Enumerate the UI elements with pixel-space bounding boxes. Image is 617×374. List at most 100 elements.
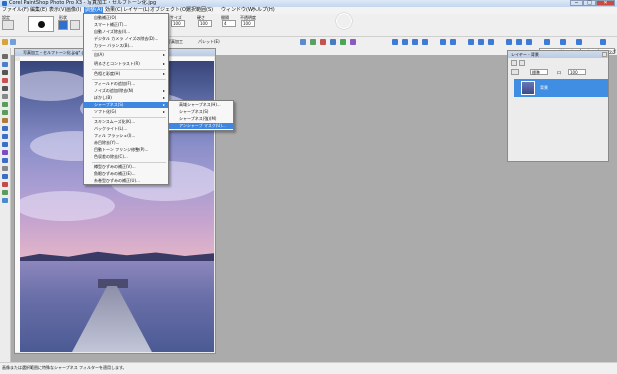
- menu-separator: [92, 79, 166, 80]
- pan-tool-icon[interactable]: [2, 54, 8, 59]
- layout-icon[interactable]: [488, 39, 494, 45]
- lasso-tool-icon[interactable]: [2, 102, 8, 107]
- layer-name: 背景: [540, 85, 548, 90]
- panel-icon[interactable]: [506, 39, 512, 45]
- palette-icon[interactable]: [402, 39, 408, 45]
- menu-item-fisheye[interactable]: 魚眼ひずみの補正(E)...: [84, 171, 168, 177]
- minimize-button[interactable]: ─: [570, 0, 583, 6]
- tile-icon[interactable]: [422, 39, 428, 45]
- submenu-arrow-icon: ▸: [162, 88, 165, 93]
- panel2-icon[interactable]: [516, 39, 522, 45]
- zoom-icon[interactable]: [300, 39, 306, 45]
- tab-label-3[interactable]: 写真加工: [167, 39, 183, 45]
- submenu-item-sharpen-more[interactable]: シャープネス(強)(M): [169, 116, 233, 122]
- submenu-arrow-icon: ▸: [162, 102, 165, 107]
- arrange-icon[interactable]: [468, 39, 474, 45]
- menu-item-camera-noise[interactable]: デジタル カメラ ノイズの除去(D)...: [84, 36, 168, 42]
- close-button[interactable]: ✕: [596, 0, 615, 6]
- clone-tool-icon[interactable]: [2, 134, 8, 139]
- opacity-input[interactable]: 100: [568, 69, 586, 75]
- red-eye-tool-icon[interactable]: [2, 126, 8, 131]
- density-input[interactable]: 100: [241, 20, 255, 27]
- blend-mode-select[interactable]: 標準: [530, 69, 548, 75]
- express-icon[interactable]: [560, 39, 566, 45]
- brush-tool-icon[interactable]: [2, 150, 8, 155]
- menu-item-auto-noise[interactable]: 自動ノイズ除去(I)...: [84, 29, 168, 35]
- menu-item-skin-smoothing[interactable]: スキンスムーズ化(K)...: [84, 119, 168, 125]
- selection-tool-icon[interactable]: [2, 94, 8, 99]
- crop-tool-icon[interactable]: [2, 78, 8, 83]
- menu-item-smart-photo-fix[interactable]: スマート補正(T)...: [84, 22, 168, 28]
- hardness-input[interactable]: 100: [198, 20, 212, 27]
- menu-file[interactable]: ファイル(F): [1, 7, 30, 14]
- help-icon[interactable]: [450, 39, 456, 45]
- adjust-icon[interactable]: [330, 39, 336, 45]
- submenu-item-sharpen[interactable]: シャープネス(S): [169, 109, 233, 115]
- panel3-icon[interactable]: [526, 39, 532, 45]
- scratch-remover-icon[interactable]: [2, 142, 8, 147]
- round-shape-button[interactable]: [58, 20, 68, 30]
- pen-tool-icon[interactable]: [2, 198, 8, 203]
- menu-item-backlight[interactable]: バックライト(L)...: [84, 126, 168, 132]
- preset-button[interactable]: [2, 20, 14, 30]
- menu-image[interactable]: 画像(I): [65, 7, 82, 14]
- menu-item-noise[interactable]: ノイズの追加/除去(N) ▸: [84, 88, 168, 94]
- menu-help[interactable]: ヘルプ(H): [251, 7, 276, 14]
- status-text: 画像または選択範囲に特殊なシャープネス フィルターを適用します。: [2, 365, 127, 370]
- menu-item-blur[interactable]: ぼかし(B) ▸: [84, 95, 168, 101]
- layer-icon[interactable]: [310, 39, 316, 45]
- menu-selections[interactable]: 選択範囲(S): [185, 7, 214, 14]
- fill-tool-icon[interactable]: [2, 174, 8, 179]
- info-icon[interactable]: [440, 39, 446, 45]
- menu-item-dropped[interactable]: 自(A) ▸: [84, 52, 168, 58]
- red-eye-icon[interactable]: [320, 39, 326, 45]
- menu-item-auto-correct[interactable]: 自動補正(O): [84, 15, 168, 21]
- pick-tool-icon[interactable]: [2, 70, 8, 75]
- tree-icon[interactable]: [340, 39, 346, 45]
- menu-edit[interactable]: 編集(E): [29, 7, 48, 14]
- menu-item-pincushion[interactable]: 糸巻型ひずみの補正(U)...: [84, 178, 168, 184]
- learn-icon[interactable]: [544, 39, 550, 45]
- submenu-item-high-pass[interactable]: 高域シャープネス(H)...: [169, 102, 233, 108]
- delete-layer-icon[interactable]: [519, 60, 525, 66]
- cascade-icon[interactable]: [478, 39, 484, 45]
- zoom-tool-icon[interactable]: [2, 62, 8, 67]
- menu-item-hue-saturation[interactable]: 色相と彩度(H) ▸: [84, 71, 168, 77]
- move-tool-icon[interactable]: [2, 86, 8, 91]
- tools-toolbar: [0, 48, 11, 362]
- text-tool-icon[interactable]: [2, 182, 8, 187]
- maximize-button[interactable]: □: [583, 0, 596, 6]
- window-icon[interactable]: [392, 39, 398, 45]
- grid-icon[interactable]: [412, 39, 418, 45]
- menu-item-brightness[interactable]: 明るさとコントラスト(R) ▸: [84, 61, 168, 67]
- step-input[interactable]: 4: [222, 20, 236, 27]
- menu-item-sharpness[interactable]: シャープネス(S) ▸: [84, 102, 168, 108]
- magic-wand-icon[interactable]: [2, 110, 8, 115]
- new-layer-icon[interactable]: [511, 60, 517, 66]
- tab-label-4[interactable]: パレット(E): [198, 39, 220, 45]
- menu-item-soften[interactable]: ソフト化(G) ▸: [84, 109, 168, 115]
- menu-item-barrel[interactable]: 樽型ひずみの補正(V)...: [84, 164, 168, 170]
- effects-icon[interactable]: [350, 39, 356, 45]
- square-shape-button[interactable]: [70, 20, 80, 30]
- eraser-icon[interactable]: [2, 166, 8, 171]
- new-file-icon[interactable]: [2, 39, 8, 45]
- menu-item-add-field[interactable]: フィールドの追加(F)...: [84, 81, 168, 87]
- shape-tool-icon[interactable]: [2, 190, 8, 195]
- open-icon[interactable]: [10, 39, 16, 45]
- extra-icon[interactable]: [600, 39, 606, 45]
- menu-item-fringe[interactable]: 目動トーン フリンジ修整(P)...: [84, 147, 168, 153]
- menu-item-color-balance[interactable]: カラー バランス(B)...: [84, 43, 168, 49]
- dropper-icon[interactable]: [2, 118, 8, 123]
- submenu-item-unsharp-mask[interactable]: アンシャープ マスク(U)...: [169, 123, 233, 129]
- menu-item-chromatic[interactable]: 色収差の除去(C)...: [84, 154, 168, 160]
- menu-item-red-eye[interactable]: 赤目除去(Y)...: [84, 140, 168, 146]
- layers-close-icon[interactable]: [602, 52, 607, 57]
- airbrush-icon[interactable]: [2, 158, 8, 163]
- size-input[interactable]: 100: [171, 20, 185, 27]
- blend-checkbox[interactable]: [511, 69, 519, 75]
- script-icon[interactable]: [576, 39, 582, 45]
- menu-separator: [92, 117, 166, 118]
- app-icon: [2, 1, 7, 6]
- menu-item-fill-flash[interactable]: フィル フラッシュ(I)...: [84, 133, 168, 139]
